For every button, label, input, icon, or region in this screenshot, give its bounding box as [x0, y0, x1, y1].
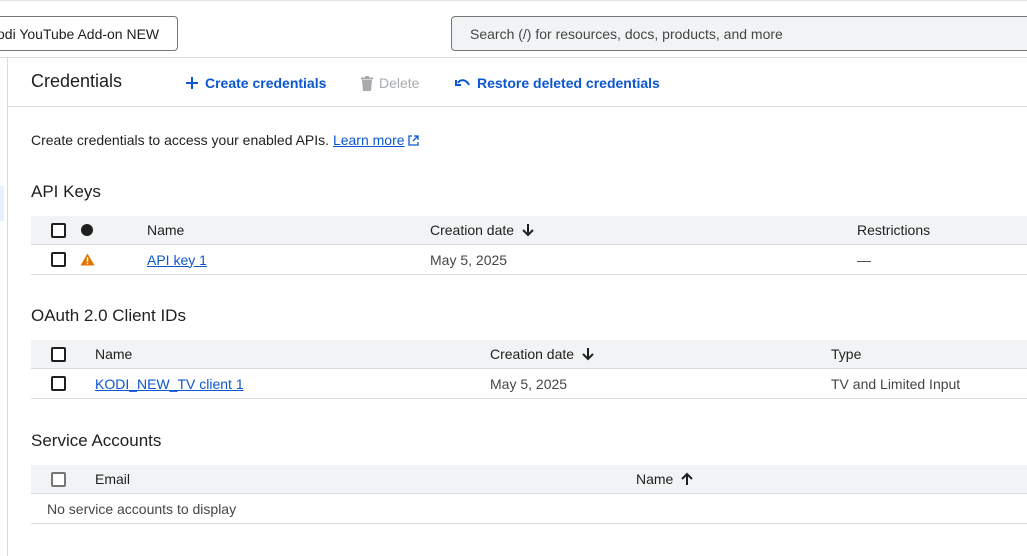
external-link-icon	[408, 135, 420, 146]
oauth-select-all-checkbox[interactable]	[51, 346, 66, 362]
api-keys-restrictions-header[interactable]: Restrictions	[857, 216, 930, 244]
api-keys-table-header: Name Creation date Restrictions	[31, 216, 1027, 245]
service-accounts-select-all-checkbox[interactable]	[51, 471, 66, 487]
create-credentials-label: Create credentials	[205, 75, 327, 91]
oauth-creation-date-header[interactable]: Creation date	[490, 340, 594, 368]
restore-deleted-credentials-button[interactable]: Restore deleted credentials	[455, 73, 660, 93]
oauth-table-header: Name Creation date Type	[31, 340, 1027, 369]
project-selector-button[interactable]: odi YouTube Add-on NEW	[0, 16, 178, 51]
oauth-client-name-link[interactable]: KODI_NEW_TV client 1	[95, 376, 244, 392]
intro-text: Create credentials to access your enable…	[31, 132, 420, 148]
oauth-creation-date: May 5, 2025	[490, 375, 568, 392]
oauth-type: TV and Limited Input	[831, 375, 961, 392]
service-accounts-name-label: Name	[636, 471, 674, 487]
oauth-creation-date-label: Creation date	[490, 346, 575, 362]
api-key-row-checkbox[interactable]	[51, 252, 66, 267]
arrow-up-icon	[681, 472, 694, 485]
api-keys-creation-date-header[interactable]: Creation date	[430, 216, 534, 244]
api-keys-select-all-checkbox[interactable]	[51, 222, 66, 238]
table-row: KODI_NEW_TV client 1 May 5, 2025 TV and …	[31, 369, 1027, 399]
trash-icon	[361, 75, 373, 91]
create-credentials-button[interactable]: Create credentials	[185, 73, 326, 93]
left-nav-rail	[0, 58, 8, 556]
service-accounts-empty-row: No service accounts to display	[31, 494, 1027, 524]
oauth-name-header[interactable]: Name	[95, 340, 132, 368]
api-keys-creation-date-label: Creation date	[430, 222, 515, 238]
status-column-icon	[81, 224, 93, 236]
project-selector-label: odi YouTube Add-on NEW	[0, 25, 160, 42]
left-nav-active-indicator	[0, 186, 4, 221]
delete-button[interactable]: Delete	[361, 73, 419, 93]
oauth-type-header[interactable]: Type	[831, 340, 861, 368]
service-accounts-table-header: Email Name	[31, 465, 1027, 494]
api-key-creation-date: May 5, 2025	[430, 251, 508, 268]
arrow-down-icon	[582, 348, 594, 361]
service-accounts-email-header[interactable]: Email	[95, 465, 130, 493]
restore-deleted-credentials-label: Restore deleted credentials	[477, 75, 660, 91]
page-title: Credentials	[31, 71, 123, 91]
api-keys-name-header[interactable]: Name	[147, 216, 184, 244]
service-accounts-name-header[interactable]: Name	[636, 465, 694, 493]
undo-icon	[455, 79, 470, 86]
arrow-down-icon	[522, 224, 534, 237]
top-bar: odi YouTube Add-on NEW	[0, 0, 1027, 58]
delete-label: Delete	[379, 75, 420, 91]
learn-more-link[interactable]: Learn more	[333, 132, 405, 148]
api-key-name-link[interactable]: API key 1	[147, 252, 207, 268]
search-input[interactable]	[451, 16, 1027, 51]
action-bar: Credentials Create credentials Delete Re…	[8, 58, 1027, 107]
intro-description: Create credentials to access your enable…	[31, 132, 330, 148]
plus-icon	[186, 77, 198, 89]
api-keys-title: API Keys	[31, 182, 101, 201]
oauth-row-checkbox[interactable]	[51, 376, 66, 391]
table-row: API key 1 May 5, 2025 —	[31, 245, 1027, 275]
api-key-restrictions: —	[857, 251, 871, 268]
warning-icon	[80, 253, 95, 266]
oauth-title: OAuth 2.0 Client IDs	[31, 306, 186, 325]
learn-more-label: Learn more	[332, 132, 405, 148]
service-accounts-title: Service Accounts	[31, 431, 162, 450]
empty-state-text: No service accounts to display	[47, 500, 237, 517]
